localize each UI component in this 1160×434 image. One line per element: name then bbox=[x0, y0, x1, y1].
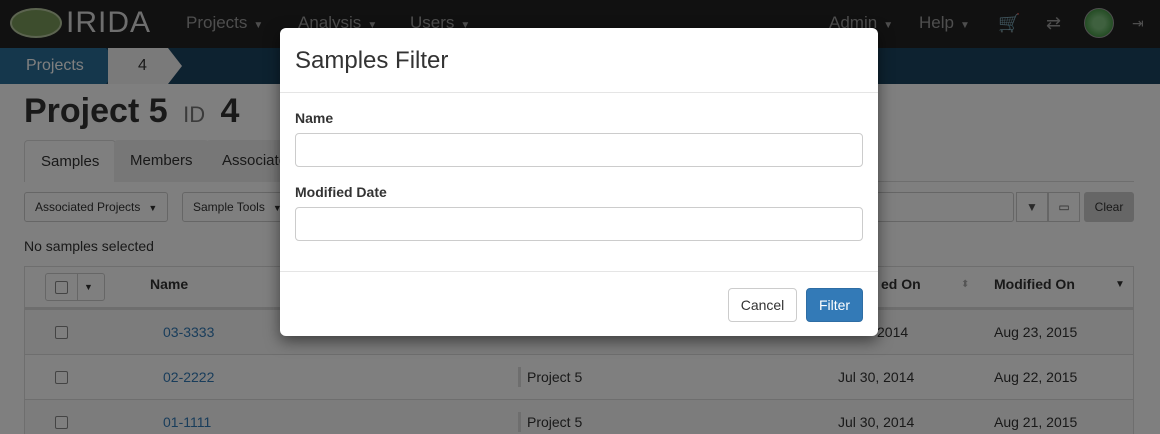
modal-footer: Cancel Filter bbox=[280, 271, 878, 336]
name-field-label: Name bbox=[295, 110, 334, 126]
modified-date-field-label: Modified Date bbox=[295, 184, 387, 200]
samples-filter-modal: Samples Filter Name Modified Date Cancel… bbox=[280, 28, 878, 336]
cancel-button[interactable]: Cancel bbox=[728, 288, 797, 322]
modified-date-filter-input[interactable] bbox=[295, 207, 863, 241]
modal-header: Samples Filter bbox=[280, 28, 878, 93]
filter-button[interactable]: Filter bbox=[806, 288, 863, 322]
name-filter-input[interactable] bbox=[295, 133, 863, 167]
modal-title: Samples Filter bbox=[295, 47, 449, 74]
